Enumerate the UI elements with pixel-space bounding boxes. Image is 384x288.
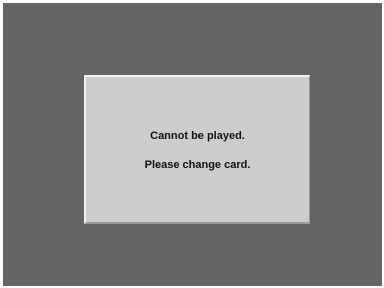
screen-background: Cannot be played. Please change card.	[3, 3, 382, 286]
error-message: Cannot be played.	[150, 130, 245, 142]
error-dialog: Cannot be played. Please change card.	[84, 75, 310, 224]
instruction-message: Please change card.	[144, 159, 251, 171]
